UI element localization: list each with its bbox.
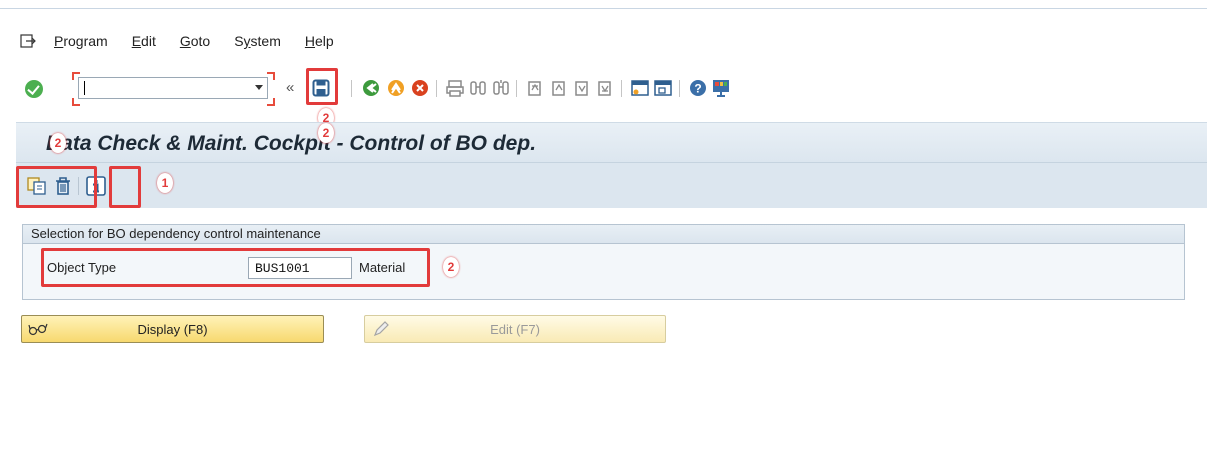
glasses-icon: [28, 323, 48, 336]
display-button-label: Display (F8): [137, 321, 208, 337]
last-page-icon[interactable]: [596, 79, 614, 97]
top-border: [0, 8, 1207, 9]
exit-icon[interactable]: [387, 79, 405, 97]
title-bar: Data Check & Maint. Cockpit - Control of…: [16, 122, 1207, 162]
toolbar-separator: [621, 80, 622, 97]
application-toolbar: 1: [16, 162, 1207, 208]
find-next-icon[interactable]: [492, 79, 510, 97]
callout-number: 2: [318, 123, 334, 143]
highlight-bracket: [267, 98, 275, 106]
cancel-icon[interactable]: [411, 79, 429, 97]
edit-button-label: Edit (F7): [490, 321, 540, 337]
page-title: Data Check & Maint. Cockpit - Control of…: [46, 132, 537, 155]
chevron-down-icon[interactable]: [255, 85, 263, 90]
edit-button[interactable]: Edit (F7): [364, 315, 666, 343]
callout-number: 2: [443, 257, 459, 277]
highlight-bracket: [267, 72, 275, 80]
print-icon[interactable]: [446, 79, 464, 97]
toolbar-separator: [516, 80, 517, 97]
svg-text:?: ?: [694, 82, 701, 96]
display-button[interactable]: Display (F8): [21, 315, 324, 343]
collapse-toolbar-icon[interactable]: «: [286, 79, 294, 96]
toolbar-separator: [679, 80, 680, 97]
previous-page-icon[interactable]: [550, 79, 568, 97]
callout-number: 1: [157, 173, 173, 193]
menu-system[interactable]: System: [234, 33, 281, 49]
menu-program[interactable]: Program: [54, 33, 108, 49]
callout-number: 2: [50, 133, 66, 153]
find-icon[interactable]: [469, 79, 487, 97]
object-type-highlight: [41, 248, 430, 287]
toolbar-separator: [351, 80, 352, 97]
selection-frame: Selection for BO dependency control main…: [22, 224, 1185, 300]
first-page-icon[interactable]: [526, 79, 544, 97]
toolbar-separator: [436, 80, 437, 97]
command-input[interactable]: [79, 78, 239, 98]
new-session-icon[interactable]: [631, 79, 649, 97]
customize-layout-icon[interactable]: [712, 79, 730, 97]
menu-edit[interactable]: Edit: [132, 33, 156, 49]
menu-goto[interactable]: Goto: [180, 33, 210, 49]
back-icon[interactable]: [362, 79, 380, 97]
enter-checkmark-icon[interactable]: [25, 80, 43, 98]
exit-menu-icon[interactable]: [20, 34, 36, 48]
help-icon[interactable]: ?: [689, 79, 707, 97]
menu-bar: Program Edit Goto System Help: [0, 28, 1207, 54]
save-highlight: [306, 68, 338, 105]
shortcut-icon[interactable]: [654, 79, 672, 97]
menu-help[interactable]: Help: [305, 33, 334, 49]
highlight-bracket: [72, 98, 80, 106]
next-page-icon[interactable]: [573, 79, 591, 97]
standard-toolbar: « 2 ?: [0, 68, 1207, 128]
pencil-icon: [373, 321, 389, 337]
text-caret: [84, 81, 85, 95]
command-field[interactable]: [78, 77, 268, 99]
frame-header: Selection for BO dependency control main…: [23, 225, 1184, 244]
copy-delete-highlight: [16, 166, 97, 208]
info-highlight: [109, 166, 141, 208]
